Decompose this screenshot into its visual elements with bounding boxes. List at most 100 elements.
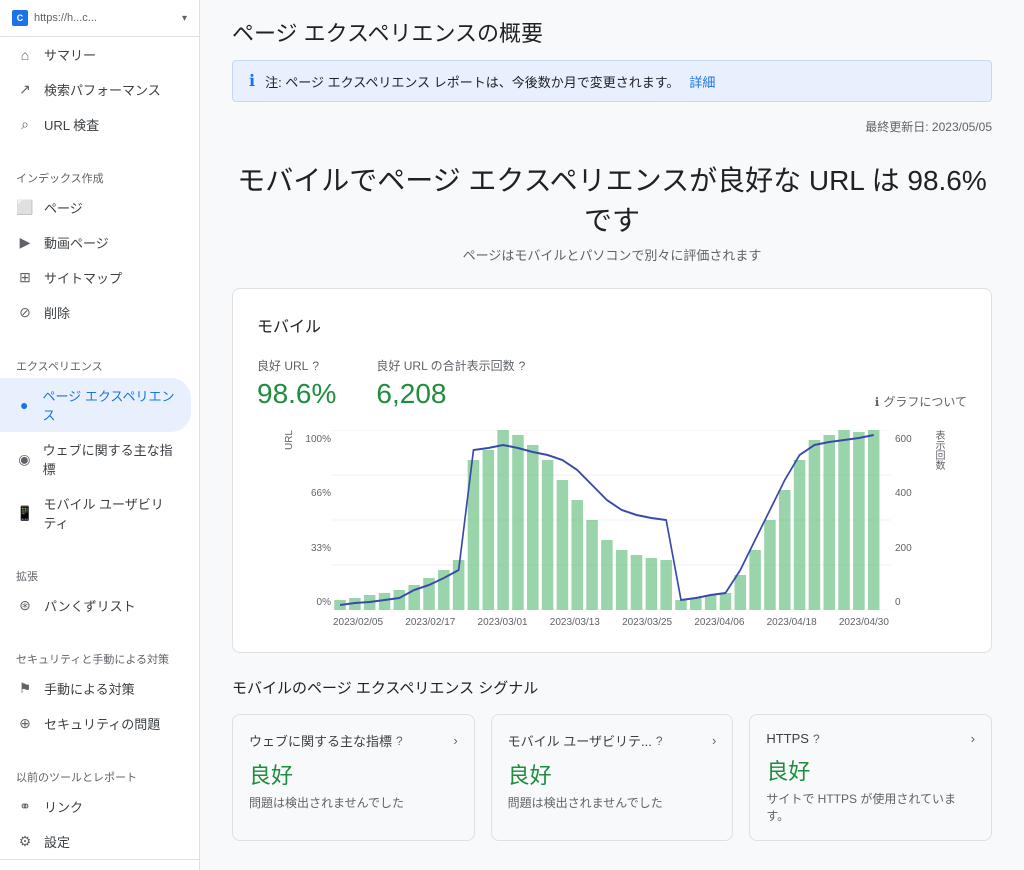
y-pct-33: 33% — [311, 543, 331, 554]
signal-status-web-vitals: 良好 — [249, 758, 458, 790]
section-label-experience: エクスペリエンス — [0, 346, 199, 378]
sidebar-label-video-pages: 動画ページ — [44, 233, 109, 252]
sidebar-item-manual-actions[interactable]: ⚑ 手動による対策 — [0, 671, 191, 706]
x-label-6: 2023/04/18 — [767, 617, 817, 628]
headline: モバイルでページ エクスペリエンスが良好な URL は 98.6% です — [232, 159, 992, 239]
sidebar-item-video-pages[interactable]: ▶ 動画ページ — [0, 225, 191, 260]
url-text: https://h...c... — [34, 12, 176, 24]
x-label-0: 2023/02/05 — [333, 617, 383, 628]
good-url-label: 良好 URL ? — [257, 357, 336, 374]
trending-up-icon: ↗ — [16, 81, 34, 99]
headline-section: モバイルでページ エクスペリエンスが良好な URL は 98.6% です ページ… — [232, 159, 992, 264]
mobile-icon: 📱 — [16, 504, 33, 522]
signal-header-left-https: HTTPS ? — [766, 731, 819, 746]
signal-card-mobile-usability: モバイル ユーザビリテ... ? › 良好 問題は検出されませんでした — [491, 714, 734, 841]
sidebar-label-search-performance: 検索パフォーマンス — [44, 80, 161, 99]
y-axis-url-label: URL — [284, 430, 295, 450]
signals-grid: ウェブに関する主な指標 ? › 良好 問題は検出されませんでした モバイル ユー… — [232, 714, 992, 841]
signal-arrow-https[interactable]: › — [971, 731, 975, 746]
manual-icon: ⚑ — [16, 680, 34, 698]
signals-title: モバイルのページ エクスペリエンス シグナル — [232, 677, 992, 698]
sidebar-item-security-issues[interactable]: ⊕ セキュリティの問題 — [0, 706, 191, 741]
page-title: ページ エクスペリエンスの概要 — [232, 0, 992, 60]
x-label-1: 2023/02/17 — [405, 617, 455, 628]
good-url-total-question-icon[interactable]: ? — [519, 359, 526, 373]
signal-question-icon-https[interactable]: ? — [813, 732, 820, 746]
info-icon: ℹ — [249, 71, 255, 91]
signal-title-https: HTTPS — [766, 731, 809, 746]
sidebar-item-summary[interactable]: ⌂ サマリー — [0, 37, 191, 72]
breadcrumb-icon: ⊛ — [16, 597, 34, 615]
signal-title-mobile-usability: モバイル ユーザビリテ... — [508, 731, 652, 750]
url-bar[interactable]: C https://h...c... ▾ — [0, 0, 199, 37]
sidebar-item-sitemap[interactable]: ⊞ サイトマップ — [0, 260, 191, 295]
x-label-3: 2023/03/13 — [550, 617, 600, 628]
sidebar-item-search-performance[interactable]: ↗ 検索パフォーマンス — [0, 72, 191, 107]
x-label-7: 2023/04/30 — [839, 617, 889, 628]
y-imp-0: 0 — [895, 597, 901, 608]
graph-about-icon: ℹ — [875, 395, 880, 409]
section-label-extensions: 拡張 — [0, 556, 199, 588]
link-icon: ⚭ — [16, 798, 34, 816]
sidebar-item-mobile-usability[interactable]: 📱 モバイル ユーザビリティ — [0, 486, 191, 540]
sidebar-item-breadcrumbs[interactable]: ⊛ パンくずリスト — [0, 588, 191, 623]
sidebar-label-delete: 削除 — [44, 303, 70, 322]
sidebar-label-breadcrumbs: パンくずリスト — [44, 596, 136, 615]
signal-card-web-vitals: ウェブに関する主な指標 ? › 良好 問題は検出されませんでした — [232, 714, 475, 841]
sitemap-icon: ⊞ — [16, 269, 34, 287]
sidebar-bottom: ⬚ フィードバックを送信 — [0, 859, 199, 870]
x-label-2: 2023/03/01 — [478, 617, 528, 628]
chart-x-labels: 2023/02/05 2023/02/17 2023/03/01 2023/03… — [331, 617, 891, 628]
security-icon: ⊕ — [16, 715, 34, 733]
y-pct-100: 100% — [305, 434, 331, 445]
chart-svg — [331, 430, 891, 610]
signal-question-icon-web-vitals[interactable]: ? — [396, 734, 403, 748]
sidebar-item-delete[interactable]: ⊘ 削除 — [0, 295, 191, 330]
y-imp-400: 400 — [895, 488, 912, 499]
signal-header-mobile-usability: モバイル ユーザビリテ... ? › — [508, 731, 717, 750]
signal-arrow-mobile-usability[interactable]: › — [712, 733, 716, 748]
settings-icon: ⚙ — [16, 833, 34, 851]
signal-card-https: HTTPS ? › 良好 サイトで HTTPS が使用されています。 — [749, 714, 992, 841]
good-url-value: 98.6% — [257, 378, 336, 410]
good-url-total-label: 良好 URL の合計表示回数 ? — [376, 357, 525, 374]
signal-header-left-web-vitals: ウェブに関する主な指標 ? — [249, 731, 403, 750]
sidebar-item-links[interactable]: ⚭ リンク — [0, 789, 191, 824]
signal-header-left-mobile-usability: モバイル ユーザビリテ... ? — [508, 731, 663, 750]
x-label-4: 2023/03/25 — [622, 617, 672, 628]
signal-arrow-web-vitals[interactable]: › — [453, 733, 457, 748]
sidebar: C https://h...c... ▾ ⌂ サマリー ↗ 検索パフォーマンス … — [0, 0, 200, 870]
mobile-card: モバイル 良好 URL ? 98.6% 良好 URL の合計表示回数 ? 6,2… — [232, 288, 992, 653]
signals-section: モバイルのページ エクスペリエンス シグナル ウェブに関する主な指標 ? › 良… — [232, 677, 992, 841]
sidebar-item-web-vitals[interactable]: ◉ ウェブに関する主な指標 — [0, 432, 191, 486]
sidebar-item-url-inspection[interactable]: ⌕ URL 検査 — [0, 107, 191, 142]
section-label-security: セキュリティと手動による対策 — [0, 639, 199, 671]
sidebar-label-manual-actions: 手動による対策 — [44, 679, 135, 698]
mobile-card-title: モバイル — [257, 313, 967, 337]
signal-desc-web-vitals: 問題は検出されませんでした — [249, 794, 458, 811]
main-content: ページ エクスペリエンスの概要 ℹ 注: ページ エクスペリエンス レポートは、… — [200, 0, 1024, 870]
sidebar-item-page-experience[interactable]: ● ページ エクスペリエンス — [0, 378, 191, 432]
sidebar-label-url-inspection: URL 検査 — [44, 115, 99, 134]
sidebar-item-pages[interactable]: ⬜ ページ — [0, 190, 191, 225]
y-imp-200: 200 — [895, 543, 912, 554]
info-banner: ℹ 注: ページ エクスペリエンス レポートは、今後数か月で変更されます。 詳細 — [232, 60, 992, 102]
sidebar-item-settings[interactable]: ⚙ 設定 — [0, 824, 191, 859]
signal-question-icon-mobile-usability[interactable]: ? — [656, 734, 663, 748]
remove-icon: ⊘ — [16, 304, 34, 322]
good-url-total-value: 6,208 — [376, 378, 525, 410]
signal-desc-https: サイトで HTTPS が使用されています。 — [766, 790, 975, 824]
info-banner-link[interactable]: 詳細 — [689, 72, 715, 91]
headline-subtitle: ページはモバイルとパソコンで別々に評価されます — [232, 245, 992, 264]
vitals-icon: ◉ — [16, 450, 33, 468]
good-url-question-icon[interactable]: ? — [312, 359, 319, 373]
graph-about-button[interactable]: ℹ グラフについて — [875, 393, 967, 410]
sidebar-label-security-issues: セキュリティの問題 — [44, 714, 160, 733]
signal-status-https: 良好 — [766, 754, 975, 786]
last-updated: 最終更新日: 2023/05/05 — [232, 118, 992, 135]
info-banner-text: 注: ページ エクスペリエンス レポートは、今後数か月で変更されます。 — [265, 72, 679, 91]
url-dropdown-icon[interactable]: ▾ — [182, 13, 187, 24]
y-pct-0: 0% — [317, 597, 331, 608]
section-label-index: インデックス作成 — [0, 158, 199, 190]
page-exp-icon: ● — [16, 396, 32, 414]
